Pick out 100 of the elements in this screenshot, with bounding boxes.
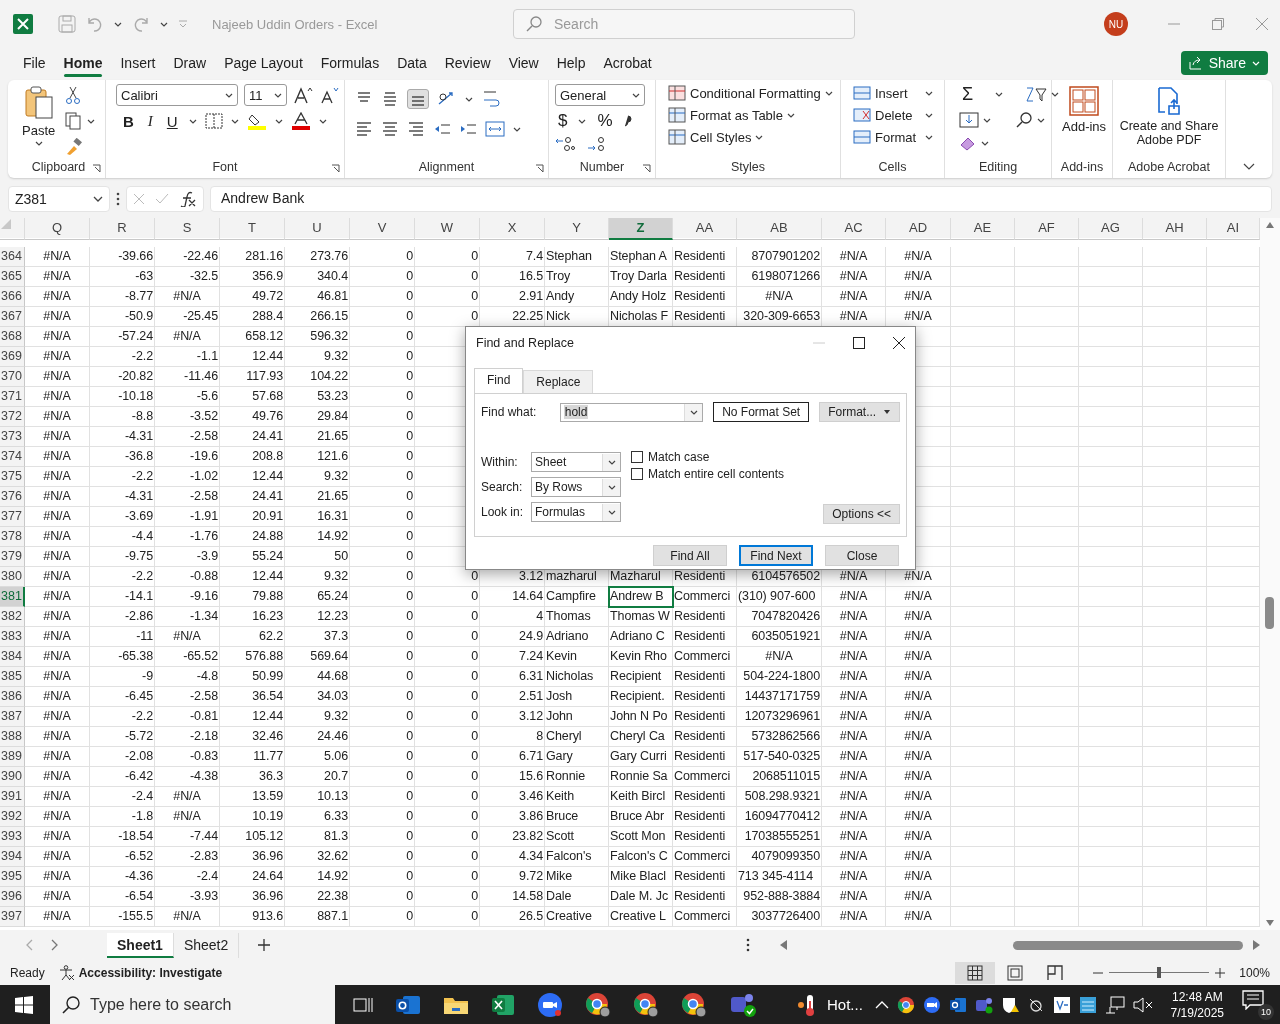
- shield-icon[interactable]: [1000, 995, 1019, 1014]
- checkbox[interactable]: [631, 468, 643, 480]
- row-number[interactable]: 375: [0, 467, 25, 487]
- caret-icon[interactable]: [114, 21, 122, 27]
- menu-tab[interactable]: Data: [388, 51, 436, 75]
- merge-center-icon[interactable]: [485, 120, 505, 138]
- spreadsheet-app-icon[interactable]: [491, 992, 515, 1017]
- row-number[interactable]: 370: [0, 367, 25, 387]
- scrollbar-thumb[interactable]: [1265, 597, 1274, 629]
- copy-icon[interactable]: [65, 112, 82, 130]
- browser-icon[interactable]: [681, 991, 707, 1018]
- row-number[interactable]: 383: [0, 627, 25, 647]
- row-number[interactable]: 391: [0, 787, 25, 807]
- row-number[interactable]: 372: [0, 407, 25, 427]
- app-tile-icon[interactable]: [1052, 995, 1071, 1014]
- taskbar-search-field[interactable]: Type here to search: [50, 985, 335, 1024]
- caret-icon[interactable]: [318, 118, 327, 124]
- zoom-in-icon[interactable]: [1215, 967, 1226, 978]
- caret-icon[interactable]: [465, 96, 473, 102]
- notifications-button[interactable]: 10: [1242, 989, 1274, 1020]
- caret-icon[interactable]: [981, 140, 989, 146]
- sort-filter-icon[interactable]: [1025, 85, 1047, 104]
- format-button[interactable]: Format...: [819, 402, 900, 422]
- column-header[interactable]: Z: [609, 218, 673, 240]
- borders-icon[interactable]: [204, 113, 223, 129]
- sheet-tab[interactable]: Sheet1: [107, 932, 174, 958]
- grow-font-icon[interactable]: [293, 86, 313, 104]
- row-number[interactable]: 380: [0, 567, 25, 587]
- row-number[interactable]: 382: [0, 607, 25, 627]
- center-icon[interactable]: [381, 121, 399, 137]
- row-number[interactable]: 384: [0, 647, 25, 667]
- row-number[interactable]: 371: [0, 387, 25, 407]
- dialog-button[interactable]: Find Next: [739, 545, 813, 566]
- row-number[interactable]: 369: [0, 347, 25, 367]
- row-number[interactable]: 394: [0, 847, 25, 867]
- caret-icon[interactable]: [188, 118, 197, 124]
- chat-app-icon[interactable]: [729, 991, 757, 1018]
- align-right-icon[interactable]: [407, 121, 425, 137]
- maximize-icon[interactable]: [853, 337, 865, 349]
- paste-button[interactable]: Paste: [18, 84, 60, 158]
- browser-icon[interactable]: [633, 991, 659, 1018]
- caret-icon[interactable]: [34, 141, 43, 146]
- font-name-field[interactable]: Calibri: [116, 84, 238, 106]
- align-left-icon[interactable]: [355, 121, 373, 137]
- column-header[interactable]: AA: [673, 218, 737, 240]
- align-middle-icon[interactable]: [381, 91, 399, 107]
- increase-decimal-icon[interactable]: [555, 136, 575, 152]
- row-number[interactable]: 393: [0, 827, 25, 847]
- column-header[interactable]: R: [90, 218, 155, 240]
- row-number[interactable]: 395: [0, 867, 25, 887]
- add-ins-button[interactable]: Add-ins: [1058, 84, 1111, 158]
- scroll-down-icon[interactable]: [1266, 920, 1274, 926]
- caret-icon[interactable]: [274, 118, 283, 124]
- option-dropdown[interactable]: By Rows: [531, 477, 621, 497]
- app-tile-icon[interactable]: [1078, 995, 1097, 1014]
- create-pdf-button[interactable]: Create and Share Adobe PDF: [1119, 84, 1219, 158]
- column-header[interactable]: AH: [1143, 218, 1207, 240]
- dialog-button[interactable]: Find All: [653, 545, 727, 566]
- caret-icon[interactable]: [983, 117, 991, 123]
- caret-icon[interactable]: [925, 112, 933, 118]
- caret-icon[interactable]: [274, 92, 282, 98]
- row-number[interactable]: 388: [0, 727, 25, 747]
- scroll-left-icon[interactable]: [780, 940, 787, 950]
- menu-tab[interactable]: Review: [435, 51, 500, 75]
- column-header[interactable]: S: [155, 218, 220, 240]
- caret-icon[interactable]: [925, 134, 933, 140]
- option-dropdown[interactable]: Formulas: [531, 502, 621, 522]
- caret-icon[interactable]: [1037, 117, 1045, 123]
- currency-button[interactable]: $: [555, 111, 571, 131]
- scroll-up-icon[interactable]: [1266, 222, 1274, 228]
- dialog-button[interactable]: Close: [825, 545, 899, 566]
- row-number[interactable]: 389: [0, 747, 25, 767]
- column-header[interactable]: AB: [737, 218, 822, 240]
- caret-icon[interactable]: [824, 90, 833, 96]
- formula-field[interactable]: Andrew Bank: [210, 186, 1272, 212]
- check-icon[interactable]: [155, 193, 169, 205]
- eraser-icon[interactable]: [959, 135, 977, 151]
- row-number[interactable]: 364: [0, 247, 25, 267]
- wrap-text-icon[interactable]: [481, 88, 501, 110]
- weather-widget[interactable]: Hot...: [797, 992, 863, 1017]
- decrease-decimal-icon[interactable]: [587, 136, 607, 152]
- caret-icon[interactable]: [578, 118, 587, 124]
- video-app-icon[interactable]: [922, 995, 941, 1014]
- scroll-right-icon[interactable]: [1253, 940, 1260, 950]
- caret-icon[interactable]: [607, 459, 616, 465]
- row-number[interactable]: 365: [0, 267, 25, 287]
- sheet-tab[interactable]: Sheet2: [173, 932, 240, 958]
- menu-tab[interactable]: Page Layout: [215, 51, 312, 75]
- task-view-icon[interactable]: [353, 995, 373, 1014]
- row-number[interactable]: 376: [0, 487, 25, 507]
- caret-icon[interactable]: [689, 409, 698, 415]
- collapse-ribbon-icon[interactable]: [1243, 163, 1255, 170]
- font-size-field[interactable]: 11: [244, 84, 287, 106]
- scrollbar-thumb[interactable]: [1013, 941, 1243, 950]
- row-number[interactable]: 367: [0, 307, 25, 327]
- add-sheet-icon[interactable]: [257, 938, 272, 952]
- fill-down-icon[interactable]: [959, 112, 979, 128]
- menu-tab[interactable]: Formulas: [311, 51, 389, 75]
- row-number[interactable]: 378: [0, 527, 25, 547]
- accessibility-button[interactable]: Accessibility: Investigate: [58, 964, 223, 981]
